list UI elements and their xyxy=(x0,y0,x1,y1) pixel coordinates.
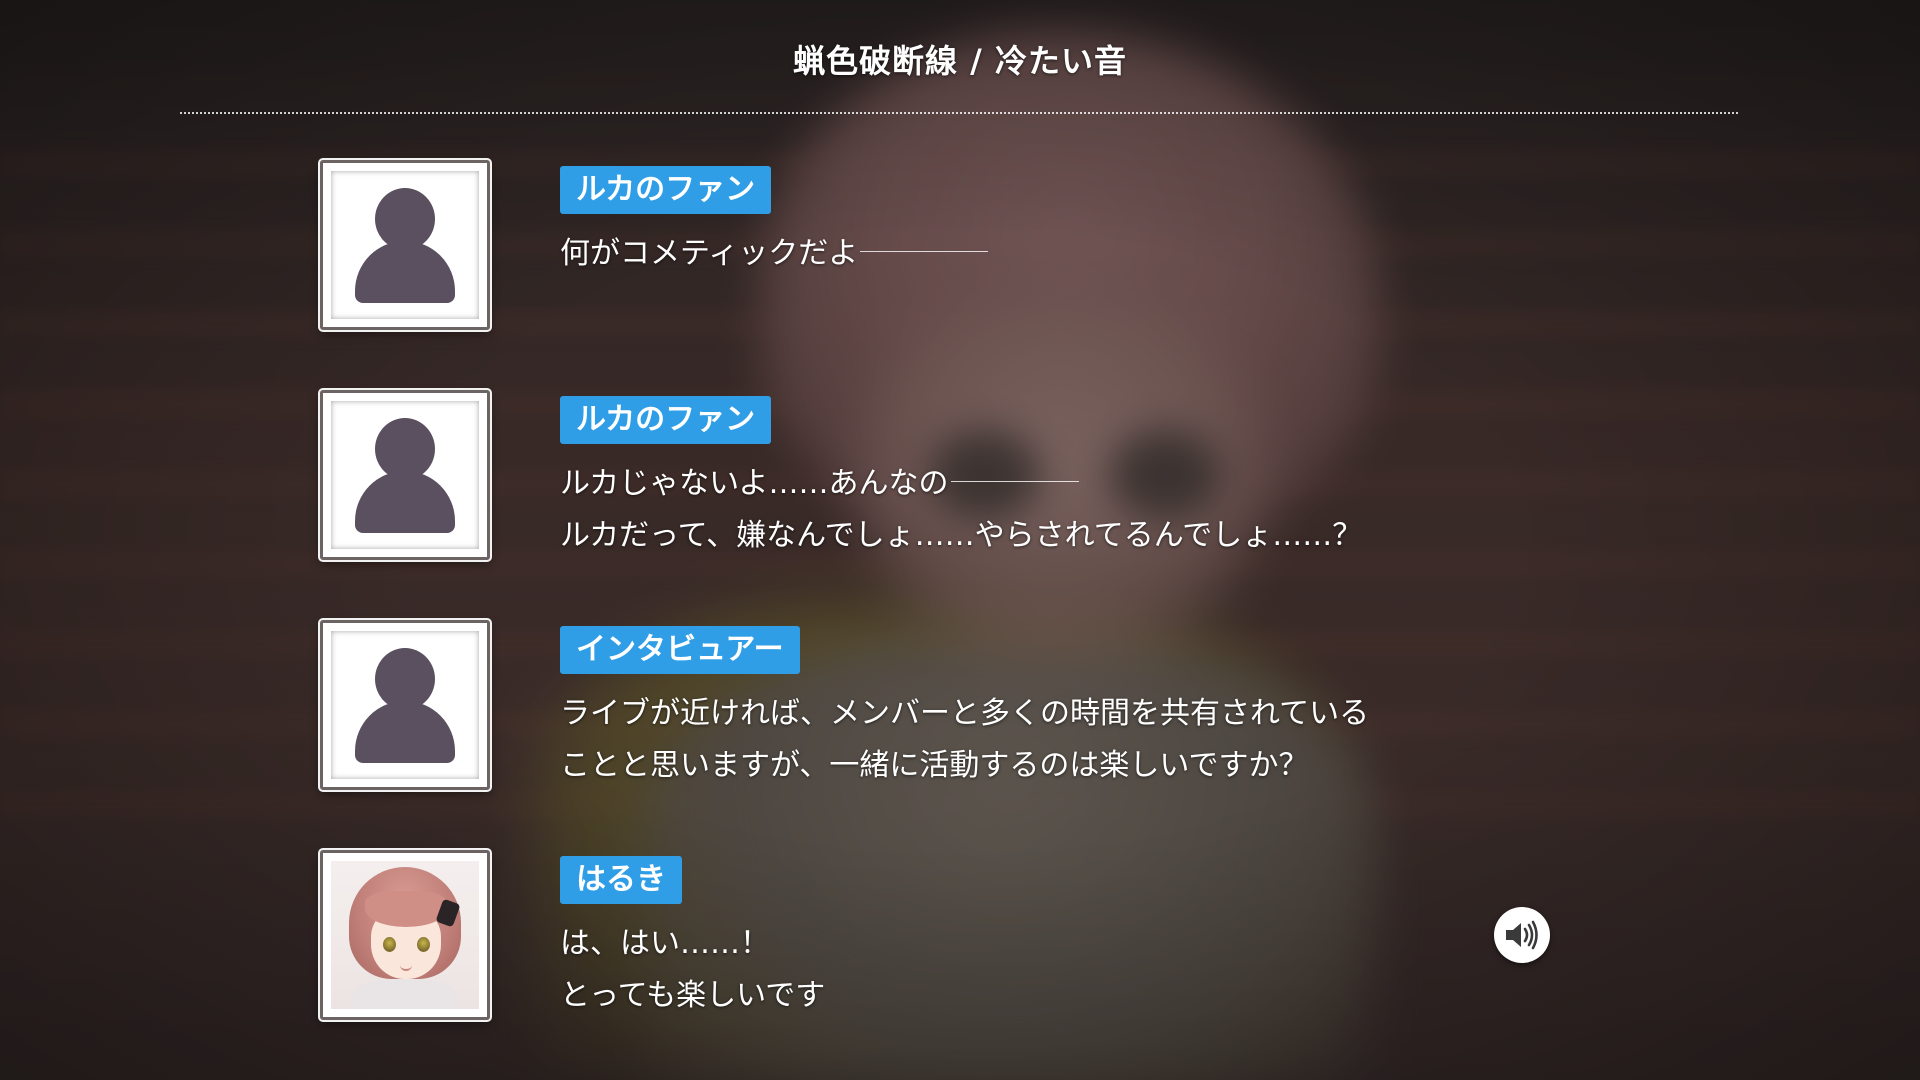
log-entry: ルカのファン 何がコメティックだよ xyxy=(320,160,1520,332)
speaker-avatar xyxy=(320,160,490,330)
dialogue-line: とっても楽しいです xyxy=(560,978,826,1013)
dialogue-log[interactable]: ルカのファン 何がコメティックだよ ルカのファン ルカじゃないよ……あんなの ル… xyxy=(0,0,1920,1080)
voice-replay-button[interactable] xyxy=(1494,907,1550,963)
speaker-avatar xyxy=(320,620,490,790)
dialogue-line: ライブが近ければ、メンバーと多くの時間を共有されている xyxy=(560,696,1370,731)
log-entry: インタビュアー ライブが近ければ、メンバーと多くの時間を共有されている ことと思… xyxy=(320,620,1520,792)
speaker-avatar xyxy=(320,390,490,560)
speaker-icon xyxy=(1506,920,1538,950)
dialogue-line: ルカじゃないよ……あんなの xyxy=(560,464,1079,504)
trailing-dash xyxy=(950,481,1079,482)
speaker-avatar xyxy=(320,850,490,1020)
dialogue-line: 何がコメティックだよ xyxy=(560,234,989,274)
speaker-name-tag: インタビュアー xyxy=(560,626,800,674)
character-portrait xyxy=(331,861,479,1009)
log-entry: ルカのファン ルカじゃないよ……あんなの ルカだって、嫌なんでしょ……やらされて… xyxy=(320,390,1520,562)
speaker-name-tag: はるき xyxy=(560,856,682,904)
dialogue-line: ルカだって、嫌なんでしょ……やらされてるんでしょ……？ xyxy=(560,518,1363,553)
trailing-dash xyxy=(860,251,989,252)
speaker-name-tag: ルカのファン xyxy=(560,396,772,444)
dialogue-line: ことと思いますが、一緒に活動するのは楽しいですか？ xyxy=(560,748,1309,783)
log-entry: はるき は、はい……！ とっても楽しいです xyxy=(320,850,1520,1022)
speaker-name-tag: ルカのファン xyxy=(560,166,772,214)
dialogue-line: は、はい……！ xyxy=(560,926,770,961)
